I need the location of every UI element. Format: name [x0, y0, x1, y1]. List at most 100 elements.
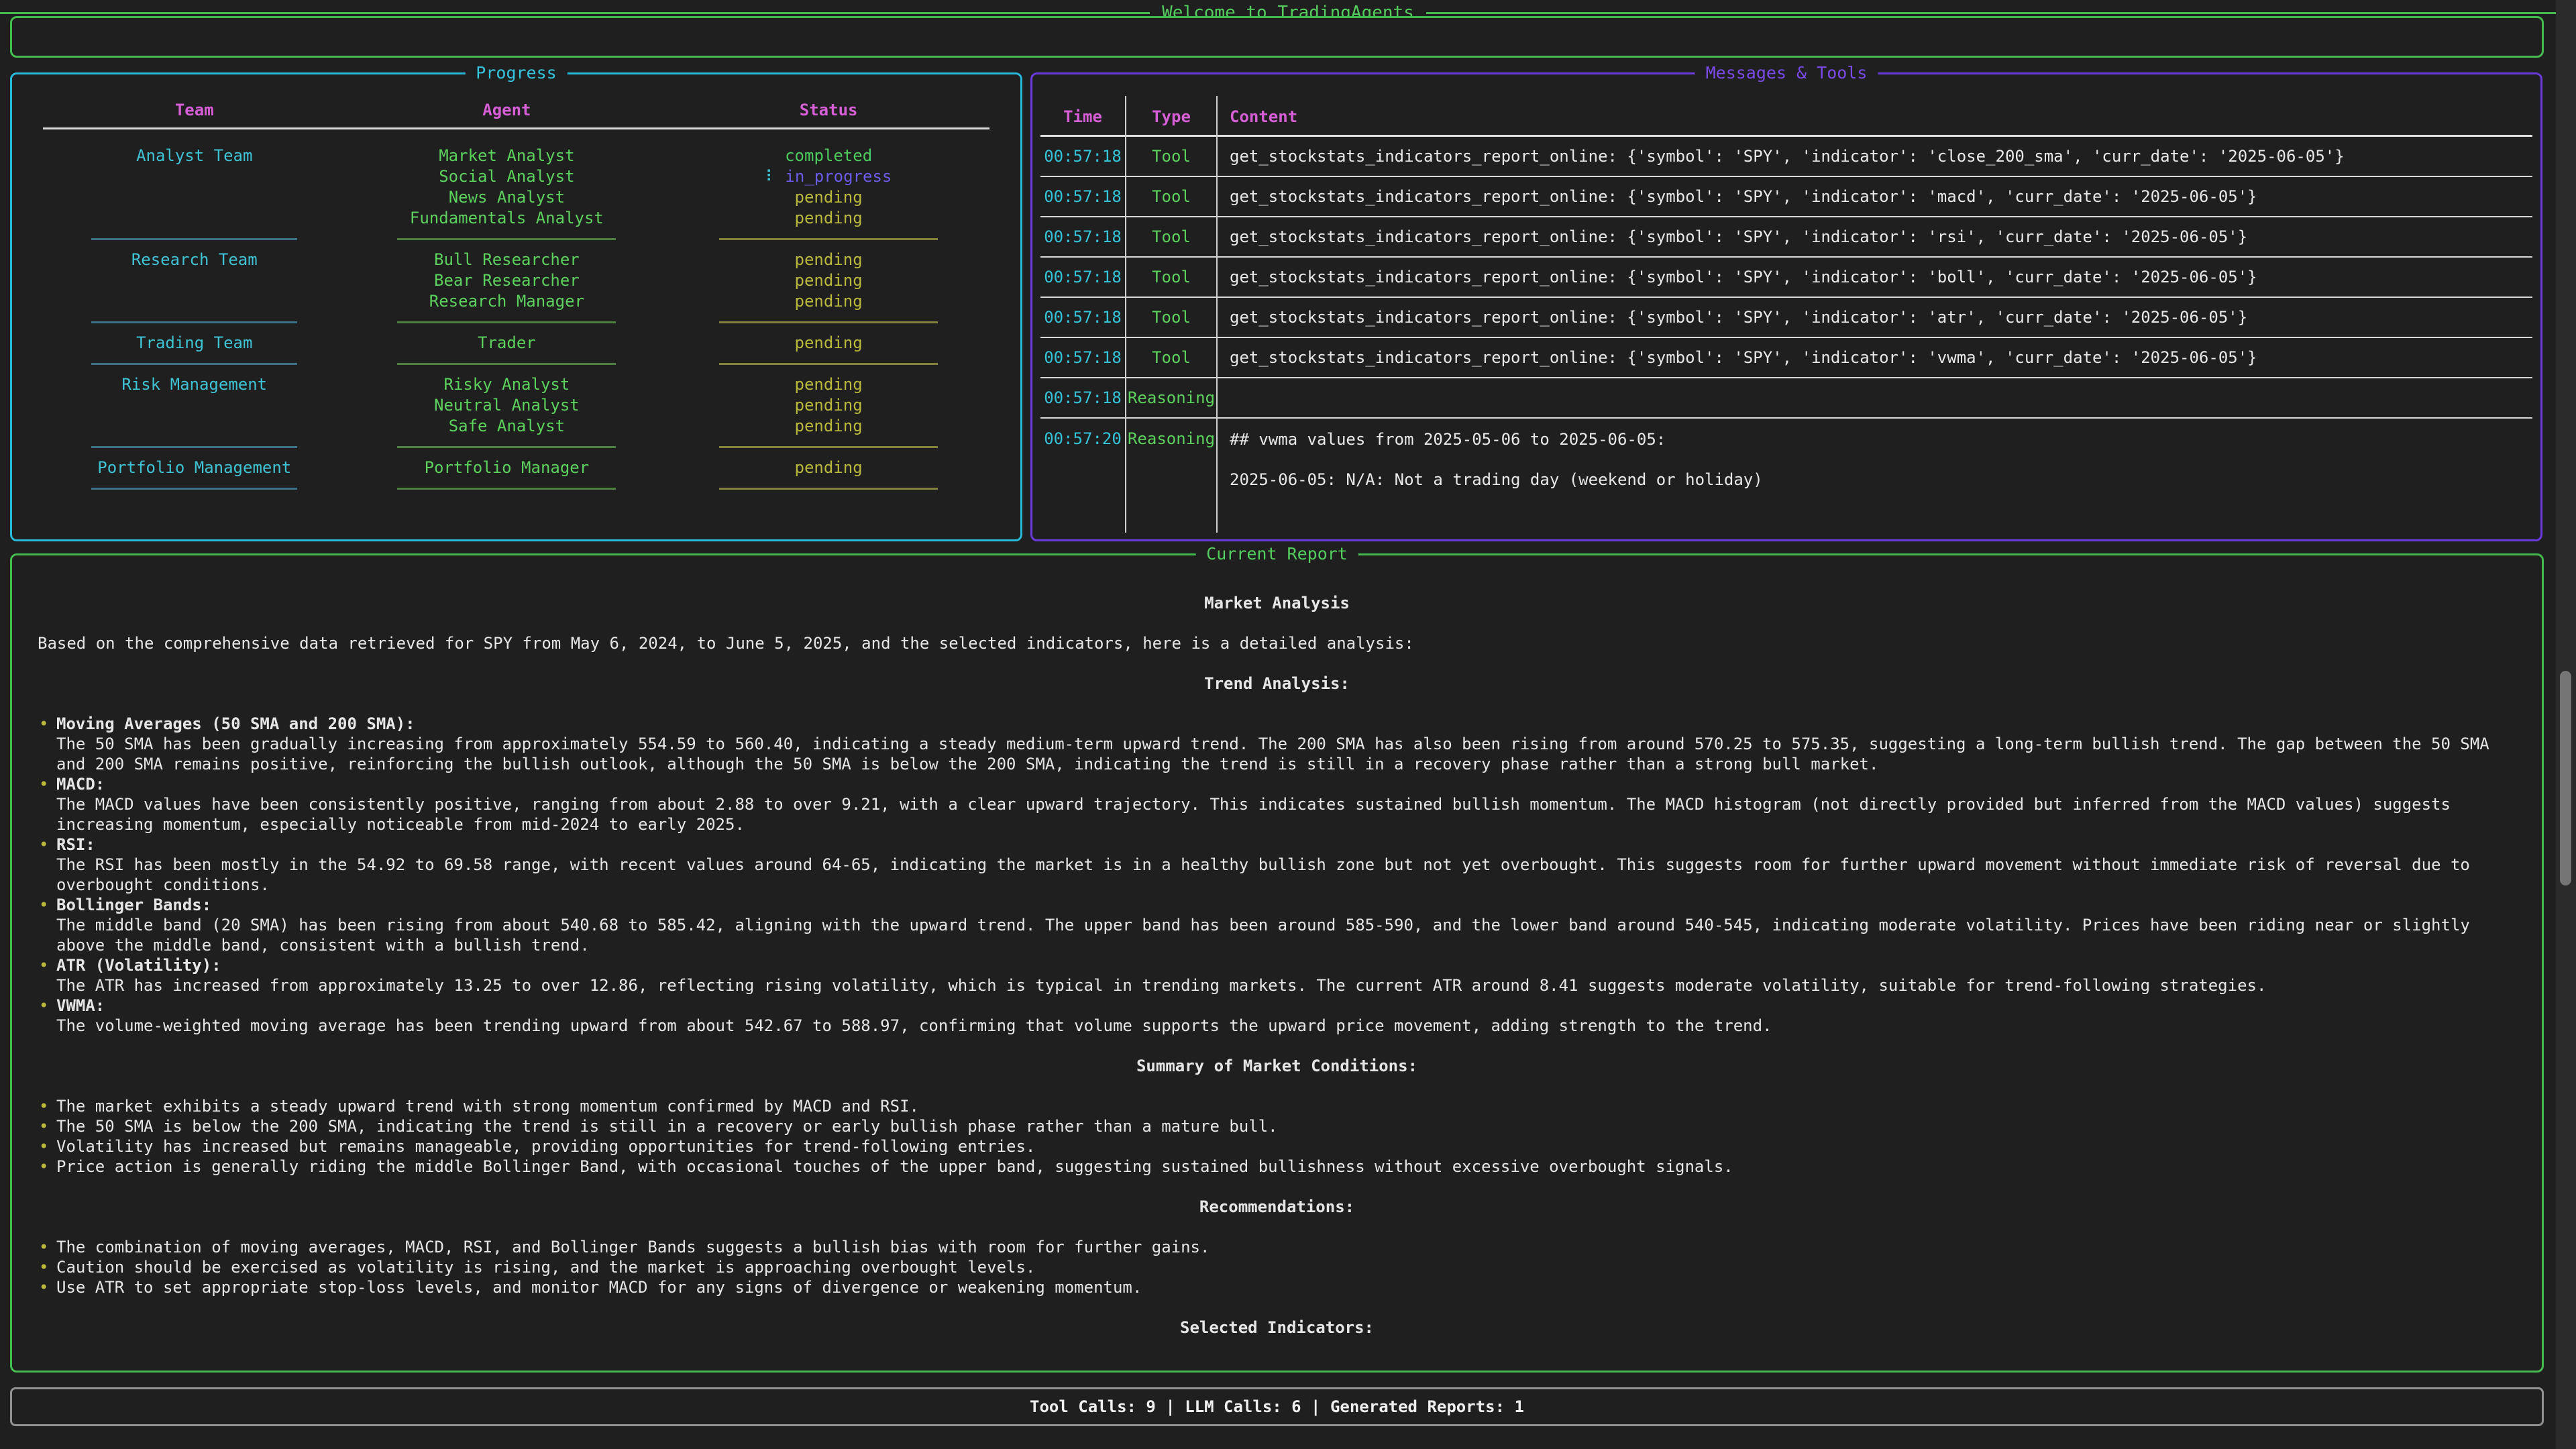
- recommendation-list: The combination of moving averages, MACD…: [38, 1237, 2516, 1297]
- group-separator: [43, 229, 346, 250]
- team-spacer: [43, 166, 346, 187]
- group-separator: [667, 312, 989, 333]
- group-separator: [667, 354, 989, 374]
- spinner-icon: ⠇: [765, 167, 777, 186]
- reasoning-line: ## vwma values from 2025-05-06 to 2025-0…: [1230, 429, 1666, 449]
- message-type: Tool: [1126, 295, 1218, 339]
- status-badge: pending: [667, 250, 989, 270]
- team-spacer: [43, 208, 346, 229]
- summary-item: The market exhibits a steady upward tren…: [38, 1096, 2516, 1116]
- recommendation-item: Use ATR to set appropriate stop-loss lev…: [38, 1277, 2516, 1297]
- group-separator: [43, 312, 346, 333]
- status-badge: pending: [667, 291, 989, 312]
- stats-text: Tool Calls: 9 | LLM Calls: 6 | Generated…: [1030, 1397, 1524, 1416]
- group-separator: [346, 478, 668, 499]
- indicator-list: Moving Averages (50 SMA and 200 SMA): Th…: [38, 714, 2516, 1036]
- group-separator: [43, 354, 346, 374]
- indicator-item: RSI: The RSI has been mostly in the 54.9…: [38, 835, 2516, 895]
- summary-item: Volatility has increased but remains man…: [38, 1136, 2516, 1157]
- agent-name: Market Analyst: [346, 146, 668, 166]
- messages-header-row: Time Type Content: [1040, 99, 2532, 137]
- team-name: Analyst Team: [43, 146, 346, 166]
- agent-name: News Analyst: [346, 187, 668, 208]
- summary-list: The market exhibits a steady upward tren…: [38, 1096, 2516, 1177]
- status-badge: completed: [667, 146, 989, 166]
- agent-name: Trader: [346, 333, 668, 354]
- agent-name: Safe Analyst: [346, 416, 668, 437]
- reasoning-line: 2025-06-05: N/A: Not a trading day (week…: [1230, 470, 1763, 490]
- status-badge: pending: [667, 208, 989, 229]
- agent-name: Research Manager: [346, 291, 668, 312]
- indicator-item: MACD: The MACD values have been consiste…: [38, 774, 2516, 835]
- message-type: Tool: [1126, 255, 1218, 299]
- message-type: Tool: [1126, 335, 1218, 380]
- group-separator: [346, 437, 668, 458]
- message-content: [1218, 376, 2532, 420]
- recommendation-item: Caution should be exercised as volatilit…: [38, 1257, 2516, 1277]
- indicator-item: Bollinger Bands: The middle band (20 SMA…: [38, 895, 2516, 955]
- message-row: 00:57:18 Tool get_stockstats_indicators_…: [1040, 338, 2532, 378]
- agent-name: Portfolio Manager: [346, 458, 668, 478]
- scrollbar[interactable]: [2556, 0, 2576, 1449]
- group-separator: [346, 312, 668, 333]
- group-separator: [43, 437, 346, 458]
- status-badge: ⠇in_progress: [667, 166, 989, 187]
- scrollbar-thumb[interactable]: [2560, 671, 2571, 885]
- col-header-type: Type: [1126, 96, 1218, 138]
- status-badge: pending: [667, 416, 989, 437]
- message-time: 00:57:20: [1040, 419, 1126, 533]
- message-content: get_stockstats_indicators_report_online:…: [1218, 255, 2532, 299]
- header-separator: [43, 127, 989, 146]
- indicator-item: VWMA: The volume-weighted moving average…: [38, 996, 2516, 1036]
- team-spacer: [43, 416, 346, 437]
- group-separator: [667, 478, 989, 499]
- messages-panel: Messages & Tools Time Type Content 00:57…: [1030, 72, 2542, 541]
- team-spacer: [43, 395, 346, 416]
- message-content: get_stockstats_indicators_report_online:…: [1218, 215, 2532, 259]
- agent-name: Neutral Analyst: [346, 395, 668, 416]
- message-time: 00:57:18: [1040, 376, 1126, 420]
- welcome-panel: [10, 16, 2544, 58]
- message-time: 00:57:18: [1040, 255, 1126, 299]
- message-row: 00:57:20 Reasoning ## vwma values from 2…: [1040, 419, 2532, 519]
- report-heading-summary: Summary of Market Conditions:: [38, 1056, 2516, 1076]
- rule-line-right: [1426, 12, 2576, 14]
- status-badge: pending: [667, 333, 989, 354]
- message-time: 00:57:18: [1040, 134, 1126, 178]
- report-panel-title: Current Report: [1195, 544, 1358, 564]
- col-header-agent: Agent: [346, 100, 668, 127]
- message-row: 00:57:18 Tool get_stockstats_indicators_…: [1040, 258, 2532, 298]
- status-badge: pending: [667, 270, 989, 291]
- message-row: 00:57:18 Tool get_stockstats_indicators_…: [1040, 298, 2532, 338]
- messages-panel-title: Messages & Tools: [1695, 63, 1878, 83]
- message-row: 00:57:18 Tool get_stockstats_indicators_…: [1040, 177, 2532, 217]
- team-name: Trading Team: [43, 333, 346, 354]
- team-spacer: [43, 187, 346, 208]
- agent-name: Bear Researcher: [346, 270, 668, 291]
- message-content: get_stockstats_indicators_report_online:…: [1218, 335, 2532, 380]
- progress-table: Team Agent Status Analyst Team Market An…: [43, 100, 989, 499]
- status-badge: pending: [667, 458, 989, 478]
- progress-panel: Progress Team Agent Status Analyst Team …: [10, 72, 1022, 541]
- report-body: Market Analysis Based on the comprehensi…: [12, 555, 2542, 1338]
- message-type: Tool: [1126, 134, 1218, 178]
- col-header-content: Content: [1218, 96, 2532, 138]
- agent-name: Risky Analyst: [346, 374, 668, 395]
- recommendation-item: The combination of moving averages, MACD…: [38, 1237, 2516, 1257]
- group-separator: [667, 437, 989, 458]
- group-separator: [667, 229, 989, 250]
- report-heading-selected-indicators: Selected Indicators:: [38, 1318, 2516, 1338]
- status-badge: pending: [667, 187, 989, 208]
- indicator-item: ATR (Volatility): The ATR has increased …: [38, 955, 2516, 996]
- status-badge: pending: [667, 395, 989, 416]
- team-name: Portfolio Management: [43, 458, 346, 478]
- col-header-time: Time: [1040, 96, 1126, 138]
- report-heading-market-analysis: Market Analysis: [38, 593, 2516, 613]
- message-content: get_stockstats_indicators_report_online:…: [1218, 174, 2532, 219]
- message-row: 00:57:18 Reasoning: [1040, 378, 2532, 419]
- message-time: 00:57:18: [1040, 335, 1126, 380]
- message-type: Reasoning: [1126, 376, 1218, 420]
- message-row: 00:57:18 Tool get_stockstats_indicators_…: [1040, 217, 2532, 258]
- group-separator: [346, 229, 668, 250]
- stats-footer: Tool Calls: 9 | LLM Calls: 6 | Generated…: [10, 1387, 2544, 1426]
